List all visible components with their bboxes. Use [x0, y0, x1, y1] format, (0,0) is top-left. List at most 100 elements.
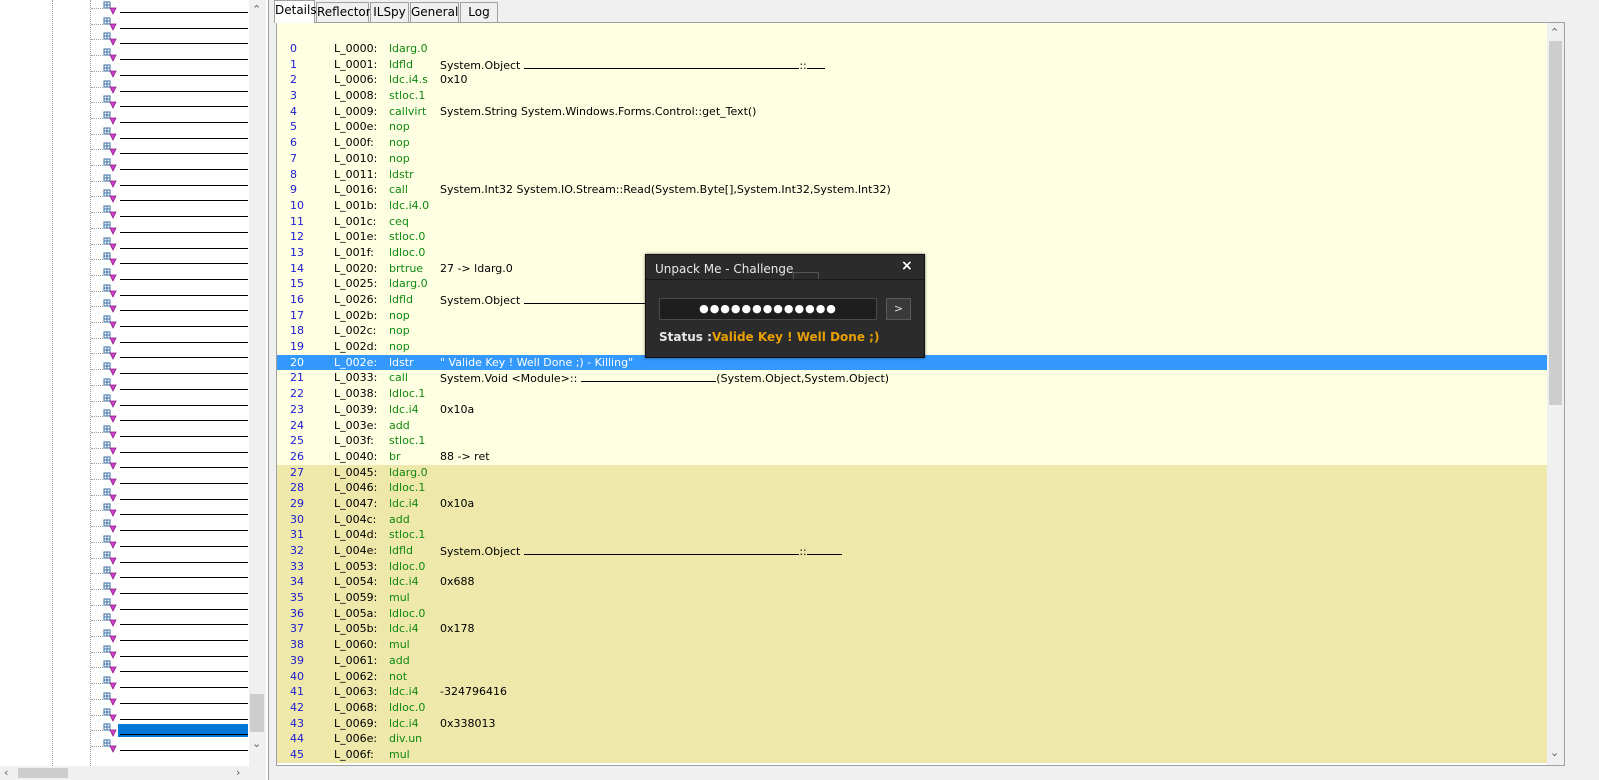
il-row[interactable]: 28 L_0046: ldloc.1: [277, 480, 1547, 496]
tree-node[interactable]: [90, 691, 248, 707]
tree-node[interactable]: [90, 220, 248, 236]
tree-node[interactable]: [90, 204, 248, 220]
il-row[interactable]: 39 L_0061: add: [277, 652, 1547, 669]
tree-node[interactable]: [90, 345, 248, 361]
il-row[interactable]: 30 L_004c: add: [277, 511, 1547, 528]
scroll-down-icon[interactable]: ⌄: [1550, 747, 1559, 759]
tree-node[interactable]: [90, 31, 248, 47]
tree-node[interactable]: [90, 330, 248, 346]
il-row[interactable]: 40 L_0062: not: [277, 668, 1547, 685]
il-row[interactable]: 11 L_001c: ceq: [277, 213, 1547, 230]
tree-node[interactable]: [90, 251, 248, 267]
il-row[interactable]: 31 L_004d: stloc.1: [277, 527, 1547, 543]
scroll-right-icon[interactable]: ›: [236, 767, 240, 779]
il-row[interactable]: 29 L_0047: ldc.i4 0x10a: [277, 495, 1547, 512]
tree-node[interactable]: [90, 408, 248, 424]
tree-node[interactable]: [90, 188, 248, 204]
tree-node[interactable]: [90, 424, 248, 440]
tree-node[interactable]: [90, 377, 248, 393]
tree-node[interactable]: [90, 361, 248, 377]
code-scroll-thumb[interactable]: [1549, 41, 1562, 405]
il-row[interactable]: 9 L_0016: call System.Int32 System.IO.Strea…: [277, 182, 1547, 198]
il-row[interactable]: 4 L_0009: callvirt System.String System.Win…: [277, 103, 1547, 120]
il-row[interactable]: 1 L_0001: ldfld System.Object::: [277, 56, 1547, 73]
code-vertical-scrollbar[interactable]: ⌃ ⌄: [1547, 23, 1564, 765]
tree-node[interactable]: [90, 440, 248, 456]
tab-log[interactable]: Log: [460, 2, 498, 22]
il-row[interactable]: 12 L_001e: stloc.0: [277, 229, 1547, 245]
tree-node[interactable]: [90, 471, 248, 487]
il-row[interactable]: 10 L_001b: ldc.i4.0: [277, 197, 1547, 214]
tree-node[interactable]: [90, 518, 248, 534]
il-row[interactable]: 26 L_0040: br 88 -> ret: [277, 448, 1547, 465]
tree-node[interactable]: [90, 487, 248, 503]
close-icon[interactable]: ×: [901, 258, 913, 274]
il-row[interactable]: 38 L_0060: mul: [277, 637, 1547, 653]
tree-node[interactable]: [90, 267, 248, 283]
il-row[interactable]: 5 L_000e: nop: [277, 119, 1547, 136]
tree-node[interactable]: [90, 63, 248, 79]
tree-scroll-thumb[interactable]: [250, 694, 264, 732]
tab-reflector[interactable]: Reflector: [316, 2, 371, 22]
tree-node[interactable]: [90, 47, 248, 63]
tree-node[interactable]: [90, 550, 248, 566]
tree-hscroll-thumb[interactable]: [18, 768, 68, 778]
il-row[interactable]: 35 L_0059: mul: [277, 590, 1547, 606]
tree-node[interactable]: [90, 236, 248, 252]
tree-node[interactable]: [90, 597, 248, 613]
tree-node[interactable]: [90, 659, 248, 675]
tree-node[interactable]: [90, 628, 248, 644]
il-row[interactable]: 7 L_0010: nop: [277, 150, 1547, 167]
il-row[interactable]: 25 L_003f: stloc.1: [277, 433, 1547, 449]
il-row[interactable]: 41 L_0063: ldc.i4 -324796416: [277, 684, 1547, 700]
tree-node[interactable]: [90, 157, 248, 173]
tree-node[interactable]: [90, 94, 248, 110]
assembly-tree[interactable]: ⌃ ⌄ ‹ ›: [0, 0, 269, 780]
scroll-down-icon[interactable]: ⌄: [252, 738, 261, 750]
tree-node[interactable]: [90, 173, 248, 189]
il-row[interactable]: 27 L_0045: ldarg.0: [277, 464, 1547, 481]
tree-node[interactable]: [90, 110, 248, 126]
il-row[interactable]: 32 L_004e: ldfld System.Object::: [277, 543, 1547, 559]
il-code-view[interactable]: 0 L_0000: ldarg.0 1 L_0001: ldfld System.Objec…: [276, 22, 1565, 766]
tree-vertical-scrollbar[interactable]: ⌃ ⌄: [249, 0, 266, 766]
tab-general[interactable]: General: [410, 2, 459, 22]
il-row[interactable]: 33 L_0053: ldloc.0: [277, 558, 1547, 575]
scroll-up-icon[interactable]: ⌃: [1550, 27, 1559, 39]
il-row[interactable]: 21 L_0033: call System.Void <Module>:: (Syst…: [277, 370, 1547, 387]
scroll-left-icon[interactable]: ‹: [4, 767, 8, 779]
il-row[interactable]: 2 L_0006: ldc.i4.s 0x10: [277, 72, 1547, 89]
tree-horizontal-scrollbar[interactable]: ‹ ›: [0, 766, 266, 780]
il-row[interactable]: 24 L_003e: add: [277, 417, 1547, 434]
tree-node[interactable]: [90, 16, 248, 32]
tree-node[interactable]: [90, 565, 248, 581]
tree-node[interactable]: [90, 644, 248, 660]
il-row[interactable]: 23 L_0039: ldc.i4 0x10a: [277, 401, 1547, 418]
key-input[interactable]: ●●●●●●●●●●●●●: [659, 298, 877, 320]
tab-details[interactable]: Details: [274, 0, 317, 23]
il-row[interactable]: 3 L_0008: stloc.1: [277, 88, 1547, 104]
tree-node[interactable]: [90, 738, 248, 754]
submit-key-button[interactable]: >: [886, 298, 911, 320]
tree-node[interactable]: [90, 393, 248, 409]
tree-node[interactable]: [90, 0, 248, 16]
il-row[interactable]: 45 L_006f: mul: [277, 746, 1547, 763]
tree-node[interactable]: [90, 534, 248, 550]
tree-node[interactable]: [90, 314, 248, 330]
tree-node[interactable]: [90, 675, 248, 691]
il-row[interactable]: 22 L_0038: ldloc.1: [277, 386, 1547, 402]
tab-ilspy[interactable]: ILSpy: [370, 2, 409, 22]
il-row[interactable]: 43 L_0069: ldc.i4 0x338013: [277, 715, 1547, 732]
il-row[interactable]: 42 L_0068: ldloc.0: [277, 699, 1547, 716]
tree-node[interactable]: [90, 707, 248, 723]
il-row[interactable]: 6 L_000f: nop: [277, 135, 1547, 151]
il-row[interactable]: 8 L_0011: ldstr: [277, 166, 1547, 183]
tree-node[interactable]: [90, 502, 248, 518]
il-row[interactable]: 37 L_005b: ldc.i4 0x178: [277, 621, 1547, 638]
tree-node-selected[interactable]: [90, 722, 248, 738]
tree-node[interactable]: [90, 141, 248, 157]
il-row[interactable]: 36 L_005a: ldloc.0: [277, 605, 1547, 622]
il-row[interactable]: 34 L_0054: ldc.i4 0x688: [277, 574, 1547, 591]
il-row[interactable]: 44 L_006e: div.un: [277, 731, 1547, 747]
il-row[interactable]: 0 L_0000: ldarg.0: [277, 41, 1547, 57]
